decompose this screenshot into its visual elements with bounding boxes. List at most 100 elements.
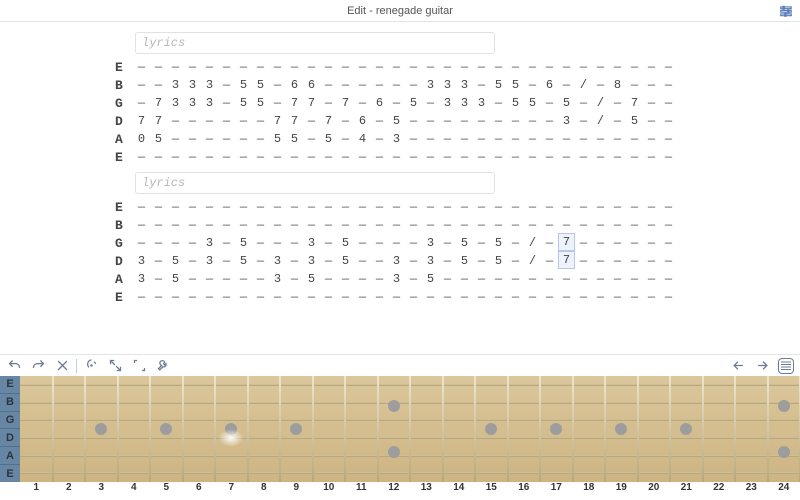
tab-cell[interactable]: — (541, 58, 558, 76)
tab-cell[interactable]: — (252, 148, 269, 166)
tab-cell[interactable]: — (541, 94, 558, 112)
tab-cell[interactable]: — (643, 112, 660, 130)
tab-cell[interactable]: — (626, 76, 643, 94)
tab-cell[interactable]: — (524, 198, 541, 216)
tab-cell[interactable]: — (592, 76, 609, 94)
tab-cell[interactable]: — (150, 252, 167, 270)
tab-cell[interactable]: — (133, 198, 150, 216)
tab-cell[interactable]: — (133, 148, 150, 166)
tab-cell[interactable]: — (201, 148, 218, 166)
tab-cell[interactable]: 7 (337, 94, 354, 112)
tab-cell[interactable]: — (643, 198, 660, 216)
tab-cell[interactable]: — (643, 270, 660, 288)
tab-cell[interactable]: — (592, 288, 609, 306)
tab-cell[interactable]: 3 (422, 252, 439, 270)
tab-cell[interactable]: — (558, 58, 575, 76)
tab-cell[interactable]: — (388, 94, 405, 112)
tab-cell[interactable]: / (592, 94, 609, 112)
tab-cell[interactable]: 5 (456, 234, 473, 252)
tab-cell[interactable]: — (558, 216, 575, 234)
tab-cell[interactable]: — (320, 148, 337, 166)
tab-cell[interactable]: 7 (320, 112, 337, 130)
tab-cell[interactable]: — (541, 148, 558, 166)
tab-cell[interactable]: 5 (252, 76, 269, 94)
tab-cell[interactable]: — (303, 112, 320, 130)
tab-cell[interactable]: — (133, 216, 150, 234)
tab-cell[interactable]: 6 (371, 94, 388, 112)
tab-cell[interactable]: — (524, 112, 541, 130)
tab-cell[interactable]: 5 (558, 94, 575, 112)
tab-cell[interactable]: — (354, 270, 371, 288)
undo-icon[interactable] (6, 358, 22, 374)
tab-cell[interactable]: — (218, 130, 235, 148)
tab-cell[interactable]: — (354, 216, 371, 234)
tab-cell[interactable]: — (405, 148, 422, 166)
tab-cell[interactable]: — (150, 198, 167, 216)
tab-cell[interactable]: — (167, 112, 184, 130)
tab-cell[interactable]: 7 (269, 112, 286, 130)
tab-cell[interactable]: 7 (286, 94, 303, 112)
tab-cell[interactable]: — (320, 198, 337, 216)
tab-cell[interactable]: — (507, 288, 524, 306)
tab-cell[interactable]: — (167, 130, 184, 148)
tab-cell[interactable]: — (405, 216, 422, 234)
tab-cell[interactable]: — (218, 112, 235, 130)
tab-cell[interactable]: — (388, 76, 405, 94)
tab-cell[interactable]: 3 (456, 76, 473, 94)
tab-cell[interactable]: — (252, 58, 269, 76)
tab-cell[interactable]: — (541, 288, 558, 306)
tab-cell[interactable]: — (473, 234, 490, 252)
tab-cell[interactable]: — (541, 112, 558, 130)
tab-cell[interactable]: — (167, 234, 184, 252)
tab-cell[interactable]: — (541, 198, 558, 216)
tab-cell[interactable]: — (405, 270, 422, 288)
tab-cell[interactable]: — (473, 288, 490, 306)
tab-cell[interactable]: — (405, 234, 422, 252)
tab-cell[interactable]: 3 (439, 76, 456, 94)
lyrics-input[interactable] (135, 32, 495, 54)
tab-cell[interactable]: — (252, 198, 269, 216)
tab-cell[interactable]: 3 (133, 252, 150, 270)
tab-cell[interactable]: — (558, 76, 575, 94)
tab-cell[interactable]: — (405, 76, 422, 94)
tab-cell[interactable]: — (184, 130, 201, 148)
tab-cell[interactable]: 3 (422, 76, 439, 94)
tab-cell[interactable]: 5 (167, 252, 184, 270)
tab-cell[interactable]: — (609, 216, 626, 234)
tab-cell[interactable]: — (133, 288, 150, 306)
tab-cell[interactable]: — (575, 148, 592, 166)
tab-cell[interactable]: — (558, 270, 575, 288)
tab-cell[interactable]: — (592, 130, 609, 148)
tab-cell[interactable]: — (269, 234, 286, 252)
tab-cell[interactable]: — (269, 288, 286, 306)
tab-cell[interactable]: — (201, 288, 218, 306)
tab-cell[interactable]: — (473, 198, 490, 216)
arrow-left-icon[interactable] (730, 358, 746, 374)
tab-cell[interactable]: — (626, 288, 643, 306)
tab-cell[interactable]: 3 (201, 94, 218, 112)
tab-cell[interactable]: — (286, 288, 303, 306)
tab-cell[interactable]: — (609, 130, 626, 148)
lyrics-input[interactable] (135, 172, 495, 194)
tab-cell[interactable]: — (303, 130, 320, 148)
tab-cell[interactable]: 7 (150, 112, 167, 130)
keyboard-icon[interactable] (778, 358, 794, 374)
tab-cell[interactable]: — (337, 148, 354, 166)
tab-cell[interactable]: 5 (490, 76, 507, 94)
tab-cell[interactable]: — (337, 270, 354, 288)
tab-cell[interactable]: — (609, 58, 626, 76)
tab-cell[interactable]: — (150, 234, 167, 252)
tab-cell[interactable]: — (473, 112, 490, 130)
tab-cell[interactable]: — (473, 270, 490, 288)
tab-cell[interactable]: — (626, 148, 643, 166)
tab-cell[interactable]: 5 (286, 130, 303, 148)
open-string[interactable]: B (0, 393, 20, 411)
tab-cell[interactable]: — (524, 216, 541, 234)
tab-cell[interactable]: 0 (133, 130, 150, 148)
tab-cell[interactable]: — (218, 270, 235, 288)
redo-icon[interactable] (30, 358, 46, 374)
tab-cell[interactable]: — (643, 252, 660, 270)
tab-cell[interactable]: — (643, 130, 660, 148)
tab-cell[interactable]: — (371, 234, 388, 252)
tab-cell[interactable]: — (388, 58, 405, 76)
